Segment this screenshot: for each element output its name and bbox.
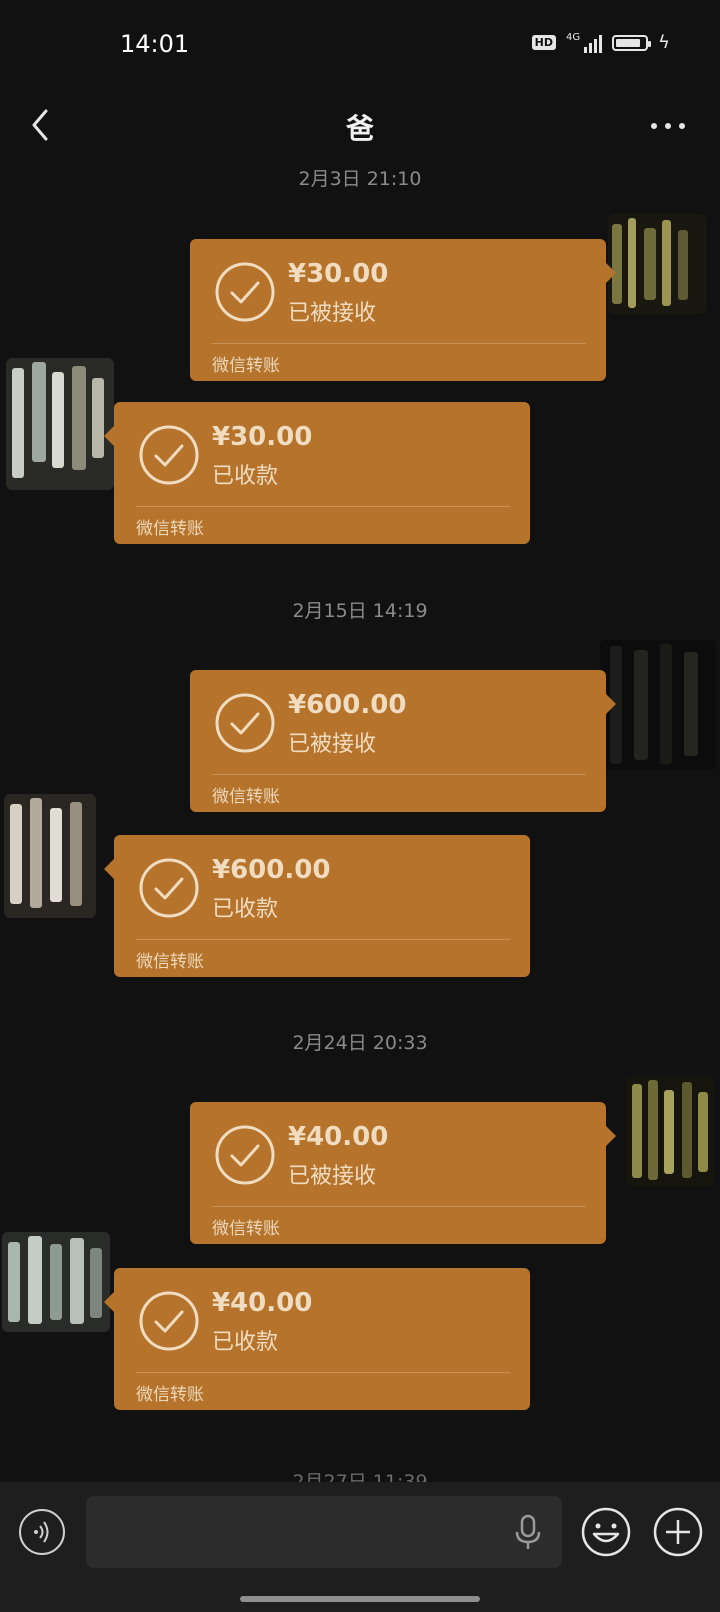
transfer-amount: ¥40.00 <box>212 1288 313 1318</box>
divider <box>212 1206 586 1207</box>
transfer-amount: ¥600.00 <box>288 690 407 720</box>
transfer-label: 微信转账 <box>212 787 280 807</box>
chat-header: 爸 <box>0 95 720 155</box>
transfer-amount: ¥30.00 <box>212 422 313 452</box>
divider <box>136 939 510 940</box>
transfer-amount: ¥600.00 <box>212 855 331 885</box>
divider <box>136 1372 510 1373</box>
home-indicator[interactable] <box>240 1596 480 1602</box>
transfer-label: 微信转账 <box>136 519 204 539</box>
message-timestamp-partial: 2月27日 11:39 <box>292 1471 428 1482</box>
divider <box>136 506 510 507</box>
transfer-status: 已收款 <box>212 1330 279 1355</box>
transfer-card-sent[interactable]: ¥40.00 已被接收 微信转账 <box>190 1102 616 1244</box>
divider <box>212 343 586 344</box>
network-type: 4G <box>566 32 581 43</box>
transfer-status: 已收款 <box>212 464 279 489</box>
avatar-contact[interactable] <box>6 358 114 490</box>
transfer-label: 微信转账 <box>212 1219 280 1239</box>
message-timestamp: 2月15日 14:19 <box>292 600 428 622</box>
transfer-amount: ¥40.00 <box>288 1122 389 1152</box>
transfer-card-received[interactable]: ¥30.00 已收款 微信转账 <box>104 402 530 544</box>
transfer-card-sent[interactable]: ¥600.00 已被接收 微信转账 <box>190 670 616 812</box>
check-circle-icon <box>139 858 199 918</box>
battery-icon <box>612 34 652 51</box>
check-circle-icon <box>139 425 199 485</box>
transfer-status: 已收款 <box>212 897 279 922</box>
input-bar <box>0 1482 720 1612</box>
transfer-label: 微信转账 <box>212 356 280 376</box>
message-timestamp: 2月3日 21:10 <box>298 168 422 190</box>
voice-mode-icon[interactable] <box>18 1508 66 1556</box>
transfer-card-received[interactable]: ¥40.00 已收款 微信转账 <box>104 1268 530 1410</box>
avatar-contact[interactable] <box>4 794 96 918</box>
status-bar: 14:01 HD 4G ϟ <box>0 0 720 90</box>
charging-icon: ϟ <box>658 32 670 53</box>
emoji-icon[interactable] <box>580 1506 632 1558</box>
transfer-card-sent[interactable]: ¥30.00 已被接收 微信转账 <box>190 239 616 381</box>
avatar-self[interactable] <box>626 1076 714 1186</box>
avatar-self[interactable] <box>608 214 706 314</box>
check-circle-icon <box>215 1125 275 1185</box>
divider <box>212 774 586 775</box>
more-options-icon[interactable] <box>648 111 688 141</box>
transfer-status: 已被接收 <box>288 732 377 757</box>
transfer-label: 微信转账 <box>136 952 204 972</box>
status-time: 14:01 <box>120 30 190 58</box>
avatar-contact[interactable] <box>2 1232 110 1332</box>
microphone-icon[interactable] <box>512 1512 544 1552</box>
check-circle-icon <box>139 1291 199 1351</box>
chat-title: 爸 <box>345 112 374 145</box>
add-more-icon[interactable] <box>652 1506 704 1558</box>
transfer-status: 已被接收 <box>288 1164 377 1189</box>
transfer-amount: ¥30.00 <box>288 259 389 289</box>
transfer-status: 已被接收 <box>288 301 377 326</box>
check-circle-icon <box>215 262 275 322</box>
hd-icon: HD <box>531 35 556 50</box>
message-timestamp: 2月24日 20:33 <box>292 1032 428 1054</box>
avatar-self[interactable] <box>600 640 716 770</box>
transfer-card-received[interactable]: ¥600.00 已收款 微信转账 <box>104 835 530 977</box>
message-input[interactable] <box>86 1496 562 1568</box>
check-circle-icon <box>215 693 275 753</box>
status-icons: HD 4G ϟ <box>531 32 670 53</box>
transfer-label: 微信转账 <box>136 1385 204 1405</box>
signal-icon <box>584 33 603 53</box>
